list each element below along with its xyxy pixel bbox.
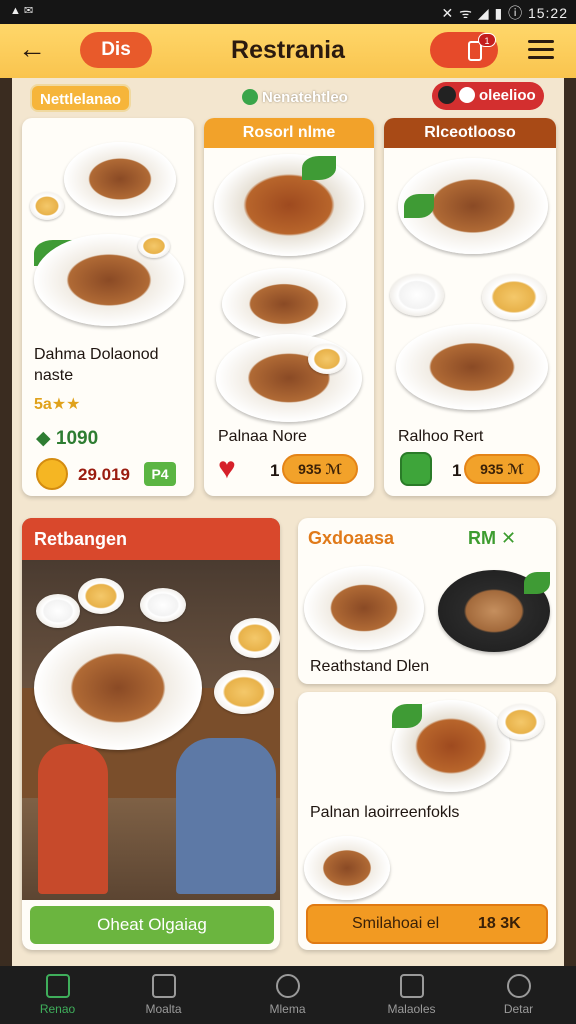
coin-icon — [36, 458, 68, 490]
nav-item-menu[interactable]: Mlema — [230, 966, 345, 1024]
bowl — [230, 618, 280, 658]
nav-item-home[interactable]: Renao — [0, 966, 115, 1024]
dish-price-1: 29.019 — [78, 465, 130, 484]
dish-card-1[interactable]: Dahma Dolaonod naste 5a★★ ◆ 1090 29.019 … — [22, 118, 194, 496]
order-online-button[interactable]: Oheat Olgaiag — [30, 906, 274, 944]
dish-name-3: Ralhoo Rert — [398, 428, 484, 445]
restaurant-card[interactable]: Retbangen Oheat Olgaiag — [22, 518, 280, 950]
sauce-bowl — [30, 192, 64, 220]
side-bowl — [138, 234, 170, 258]
pin-icon — [438, 86, 456, 104]
filter-chip-3-label: oleelioo — [479, 87, 536, 104]
status-bar: ▲ ✉ ✕ ᯤ ◢ ▮ ⓘ 15:22 — [0, 0, 576, 24]
featured-card[interactable]: Palnan laoirreenfokls Smilahoai el 18 3K — [298, 692, 556, 950]
dish-name-2: Palnaa Nore — [218, 428, 307, 445]
combo-card[interactable]: Gxdoaasa RM ✕ Reathstand Dlen — [298, 518, 556, 684]
add-to-cart-label: Smilahoai el — [352, 915, 440, 932]
rice-bowl — [390, 274, 444, 316]
likes-count: ◆ 1090 — [36, 428, 99, 449]
price-button-3[interactable]: 935 ℳ — [464, 454, 540, 484]
garnish-leaf — [392, 704, 422, 728]
garnish-leaf — [404, 194, 434, 218]
record-icon — [459, 87, 475, 103]
diner-right — [176, 738, 276, 894]
card-header-2: Rosorl nlme — [204, 118, 374, 148]
quantity-2: 1 — [270, 461, 280, 480]
price-button-2[interactable]: 935 ℳ — [282, 454, 358, 484]
soup-bowl — [214, 670, 274, 714]
cart-button[interactable]: 1 — [430, 32, 498, 68]
combo-header: Gxdoaasa — [308, 528, 395, 548]
filter-chip-1[interactable]: Nettlelanao — [30, 84, 131, 112]
status-right-icons: ✕ ᯤ ◢ ▮ ⓘ 15:22 — [441, 5, 568, 21]
bowl — [78, 578, 124, 614]
tag-badge: P4 — [144, 462, 176, 486]
diner-left — [38, 744, 108, 894]
quantity-3: 1 — [452, 461, 462, 480]
shield-icon — [400, 452, 432, 486]
salad-bowl — [482, 274, 546, 320]
compass-icon — [506, 974, 531, 998]
dish-card-2[interactable]: Rosorl nlme Palnaa Nore ♥ 1 935 ℳ — [204, 118, 374, 496]
dish-image-beef-plate — [396, 324, 548, 410]
combo-item-name: Reathstand Dlen — [310, 658, 430, 675]
nav-label: Renao — [39, 1002, 76, 1016]
location-icon — [242, 89, 258, 105]
nav-item-basket[interactable]: Moalta — [106, 966, 221, 1024]
nav-item-book[interactable]: Malaoles — [354, 966, 469, 1024]
filter-chip-3[interactable]: oleelioo — [432, 82, 544, 110]
nav-label: Detar — [503, 1002, 534, 1016]
dish-card-3[interactable]: Rlceotlooso Ralhoo Rert 1 935 ℳ — [384, 118, 556, 496]
combo-price: RM ✕ — [468, 528, 517, 548]
nav-item-explore[interactable]: Detar — [461, 966, 576, 1024]
side-bowl — [498, 704, 544, 740]
dish-image-seafood — [304, 566, 424, 650]
restaurant-header: Retbangen — [22, 518, 280, 560]
nav-label: Malaoles — [387, 1002, 436, 1016]
bottom-navigation: Renao Moalta Mlema Malaoles Detar — [0, 966, 576, 1024]
sauce-bowl — [308, 344, 346, 374]
basket-icon — [151, 974, 176, 998]
add-to-cart-price: 18 3K — [478, 915, 521, 932]
status-left-icons: ▲ ✉ — [10, 5, 34, 17]
circle-icon — [275, 974, 300, 998]
likes-value: 1090 — [55, 428, 99, 449]
filter-chip-2-label: Nenatehtleo — [262, 89, 348, 106]
dish-name-1: Dahma Dolaonod naste — [34, 346, 159, 384]
dish-image-curry — [214, 154, 364, 256]
featured-dish-image — [34, 626, 202, 750]
nav-label: Moalta — [145, 1002, 182, 1016]
garnish-leaf — [302, 156, 336, 180]
home-icon — [45, 974, 70, 998]
dish-image-beef — [222, 268, 346, 340]
bowl — [140, 588, 186, 622]
book-icon — [399, 974, 424, 998]
garnish-leaf — [524, 572, 550, 594]
notification-badge: 1 — [478, 33, 496, 47]
dish-image-small — [304, 836, 390, 900]
hamburger-menu-icon[interactable] — [528, 40, 554, 60]
nav-label: Mlema — [269, 1002, 306, 1016]
dish-image-meat — [64, 142, 176, 216]
bowl — [36, 594, 80, 628]
rating-stars: 5a★★ — [34, 396, 81, 413]
main-content: Nettlelanao Nenatehtleo oleelioo Dahma D… — [12, 78, 564, 966]
filter-chip-2[interactable]: Nenatehtleo — [234, 84, 356, 112]
heart-icon[interactable]: ♥ — [218, 454, 236, 484]
card-header-3: Rlceotlooso — [384, 118, 556, 148]
app-bar: ← Dis Restrania 1 — [0, 24, 576, 78]
featured-item-name: Palnan laoirreenfokls — [310, 804, 460, 821]
add-to-cart-button[interactable]: Smilahoai el 18 3K — [306, 904, 548, 944]
